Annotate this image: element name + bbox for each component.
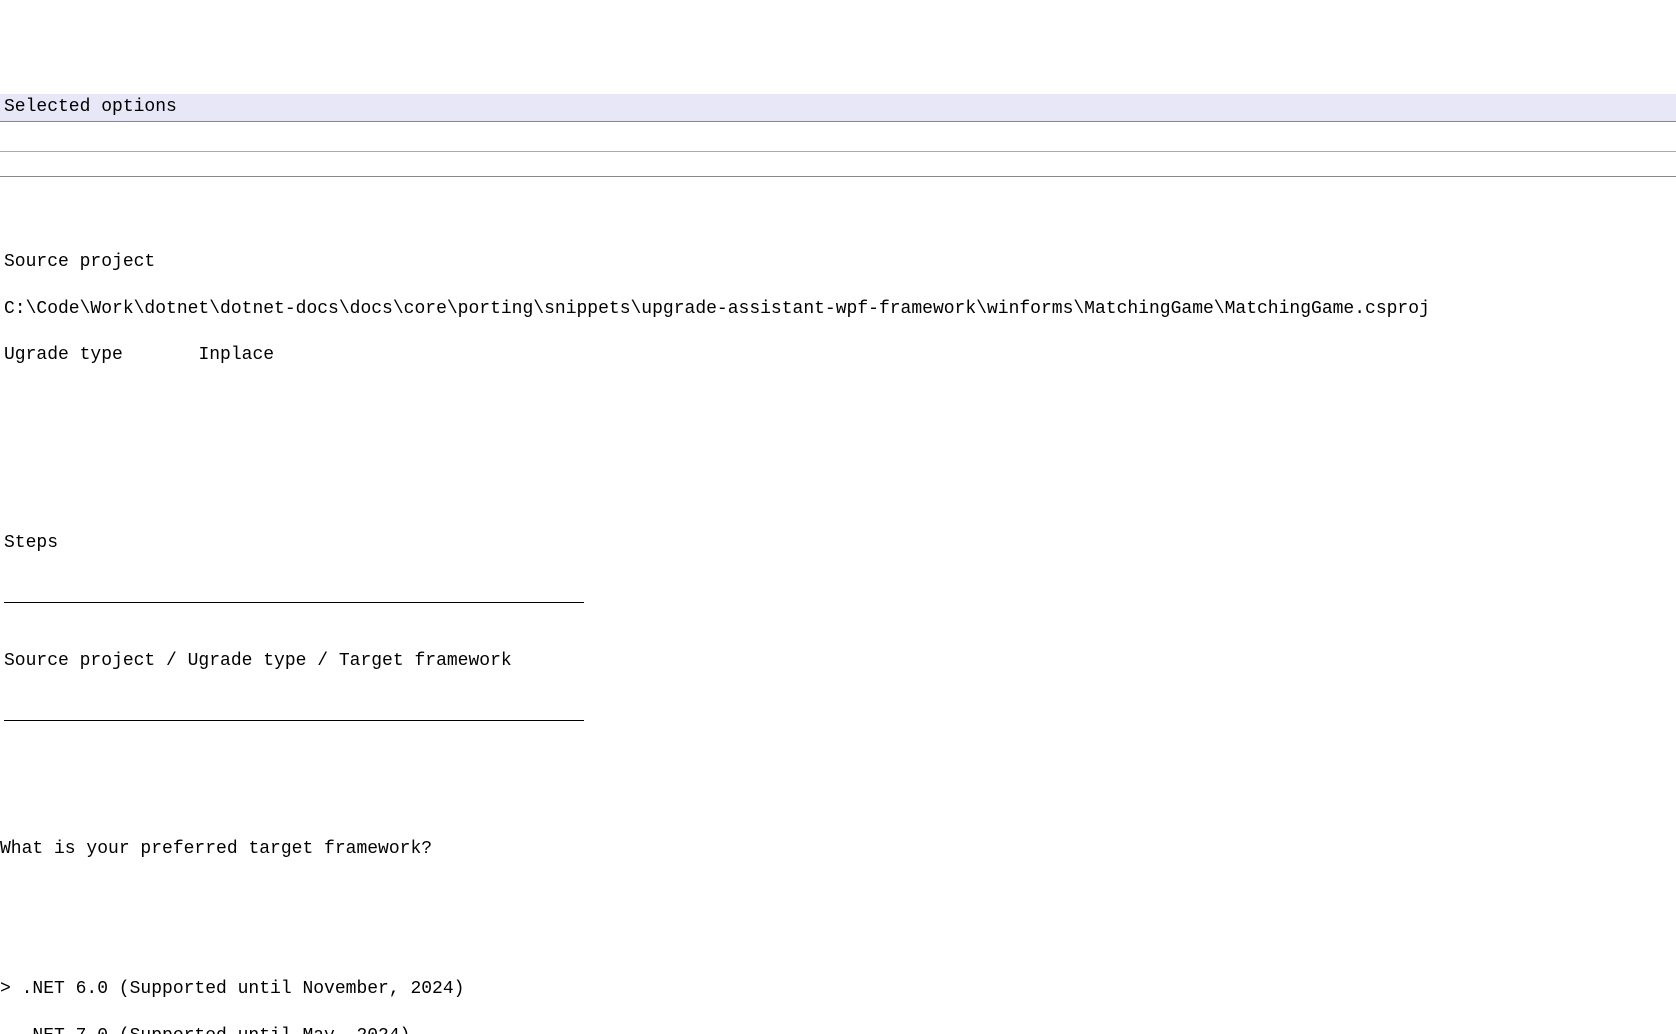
option-label: .NET 7.0 (Supported until May, 2024) bbox=[22, 1026, 411, 1034]
blank-line bbox=[0, 908, 1676, 931]
divider bbox=[0, 151, 1676, 152]
divider bbox=[4, 602, 584, 603]
breadcrumb: Source project / Ugrade type / Target fr… bbox=[4, 651, 512, 671]
framework-option[interactable]: .NET 7.0 (Supported until May, 2024) bbox=[0, 1025, 1676, 1034]
steps-label: Steps bbox=[4, 533, 58, 553]
framework-option[interactable]: > .NET 6.0 (Supported until November, 20… bbox=[0, 978, 1676, 1001]
steps-section: Steps bbox=[0, 508, 1676, 578]
source-project-path: C:\Code\Work\dotnet\dotnet-docs\docs\cor… bbox=[4, 299, 1430, 319]
header-title: Selected options bbox=[4, 97, 177, 117]
divider bbox=[4, 720, 584, 721]
spacer bbox=[123, 345, 199, 365]
divider bbox=[0, 176, 1676, 177]
blank-line bbox=[0, 768, 1676, 791]
source-project-section: Source project C:\Code\Work\dotnet\dotne… bbox=[0, 228, 1676, 392]
upgrade-type-label: Ugrade type bbox=[4, 345, 123, 365]
source-project-label: Source project bbox=[4, 252, 155, 272]
selection-cursor: > bbox=[0, 978, 11, 1001]
blank-line bbox=[0, 438, 1676, 461]
selected-options-header: Selected options bbox=[0, 94, 1676, 122]
option-label: .NET 6.0 (Supported until November, 2024… bbox=[22, 979, 465, 999]
prompt-question: What is your preferred target framework? bbox=[0, 839, 432, 859]
upgrade-type-value: Inplace bbox=[198, 345, 274, 365]
